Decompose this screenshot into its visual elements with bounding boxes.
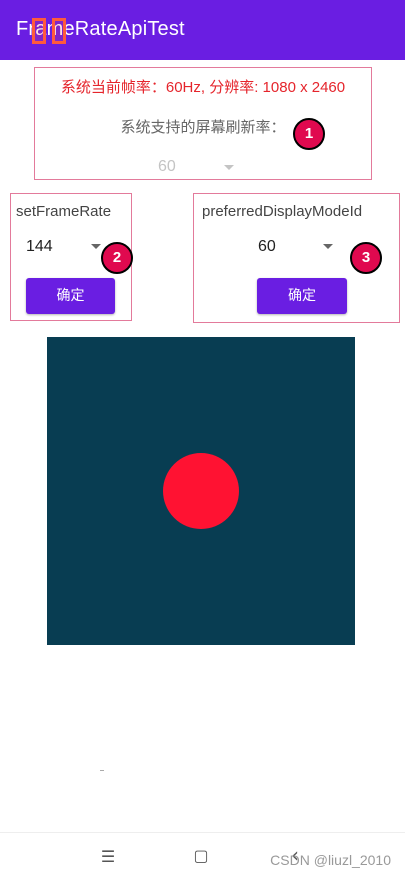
- annotation-badge-2: 2: [101, 242, 133, 274]
- set-frame-rate-value: 144: [26, 238, 53, 255]
- preferred-mode-value: 60: [258, 238, 276, 255]
- supported-rate-value: 60: [158, 158, 176, 175]
- home-icon[interactable]: ▢: [191, 846, 211, 865]
- app-bar: FrameRateApiTest: [0, 0, 405, 60]
- annotation-badge-1: 1: [293, 118, 325, 150]
- preferred-mode-confirm-button[interactable]: 确定: [257, 278, 347, 314]
- dropdown-caret-icon: [323, 244, 333, 249]
- current-frame-rate-text: 系统当前帧率：60Hz, 分辨率: 1080 x 2460: [60, 79, 346, 96]
- set-frame-rate-confirm-button[interactable]: 确定: [26, 278, 115, 314]
- menu-icon[interactable]: ☰: [98, 847, 118, 866]
- set-frame-rate-title: setFrameRate: [16, 203, 112, 220]
- overlay-mark-icon: [52, 18, 66, 44]
- preferred-mode-title: preferredDisplayModeId: [202, 203, 363, 220]
- watermark: CSDN @liuzl_2010: [270, 852, 391, 868]
- overlay-mark-icon: [32, 18, 46, 44]
- divider-dot: [100, 770, 104, 771]
- animation-canvas: [47, 337, 355, 645]
- moving-ball: [163, 453, 239, 529]
- annotation-badge-3: 3: [350, 242, 382, 274]
- dropdown-caret-icon: [91, 244, 101, 249]
- dropdown-caret-icon: [224, 165, 234, 170]
